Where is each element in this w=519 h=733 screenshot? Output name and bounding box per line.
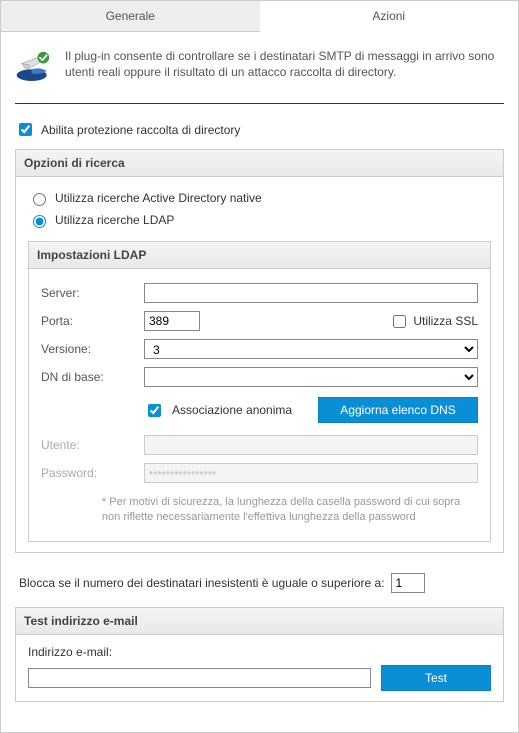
basedn-label: DN di base: — [41, 370, 136, 384]
enable-protection-checkbox[interactable] — [19, 123, 32, 136]
user-label: Utente: — [41, 438, 136, 452]
radio-ad-native-label: Utilizza ricerche Active Directory nativ… — [55, 191, 262, 205]
server-label: Server: — [41, 286, 136, 300]
intro-text: Il plug-in consente di controllare se i … — [65, 48, 504, 87]
password-input — [144, 463, 478, 483]
user-input — [144, 435, 478, 455]
test-button[interactable]: Test — [381, 665, 491, 691]
ldap-settings-group: Impostazioni LDAP Server: Porta: — [28, 241, 491, 542]
tab-actions[interactable]: Azioni — [260, 1, 519, 32]
anonymous-bind-checkbox[interactable] — [148, 404, 161, 417]
radio-ldap-label: Utilizza ricerche LDAP — [55, 213, 174, 227]
search-options-group: Opzioni di ricerca Utilizza ricerche Act… — [15, 149, 504, 553]
use-ssl-label: Utilizza SSL — [413, 314, 478, 328]
server-input[interactable] — [144, 283, 478, 303]
block-threshold-input[interactable] — [391, 573, 425, 593]
basedn-select[interactable] — [144, 367, 478, 387]
test-email-title: Test indirizzo e-mail — [16, 608, 503, 635]
ldap-settings-title: Impostazioni LDAP — [29, 242, 490, 269]
block-threshold-label: Blocca se il numero dei destinatari ines… — [19, 576, 385, 590]
port-input[interactable] — [144, 311, 200, 331]
test-email-group: Test indirizzo e-mail Indirizzo e-mail: … — [15, 607, 504, 702]
tabs: Generale Azioni — [1, 1, 518, 32]
version-label: Versione: — [41, 342, 136, 356]
test-email-input[interactable] — [28, 668, 371, 688]
radio-ldap[interactable] — [33, 215, 46, 228]
tab-general[interactable]: Generale — [1, 1, 260, 32]
test-email-label: Indirizzo e-mail: — [28, 645, 491, 665]
anonymous-bind-label: Associazione anonima — [172, 403, 292, 417]
enable-protection-label: Abilita protezione raccolta di directory — [41, 123, 240, 137]
verify-icon — [15, 48, 55, 87]
version-select[interactable]: 3 — [144, 339, 478, 359]
refresh-dns-button[interactable]: Aggiorna elenco DNS — [318, 397, 478, 423]
password-label: Password: — [41, 466, 136, 480]
intro-block: Il plug-in consente di controllare se i … — [15, 42, 504, 99]
password-note: * Per motivi di sicurezza, la lunghezza … — [102, 491, 478, 527]
search-options-title: Opzioni di ricerca — [16, 150, 503, 177]
port-label: Porta: — [41, 314, 136, 328]
separator — [15, 103, 504, 104]
use-ssl-checkbox[interactable] — [393, 315, 406, 328]
radio-ad-native[interactable] — [33, 193, 46, 206]
